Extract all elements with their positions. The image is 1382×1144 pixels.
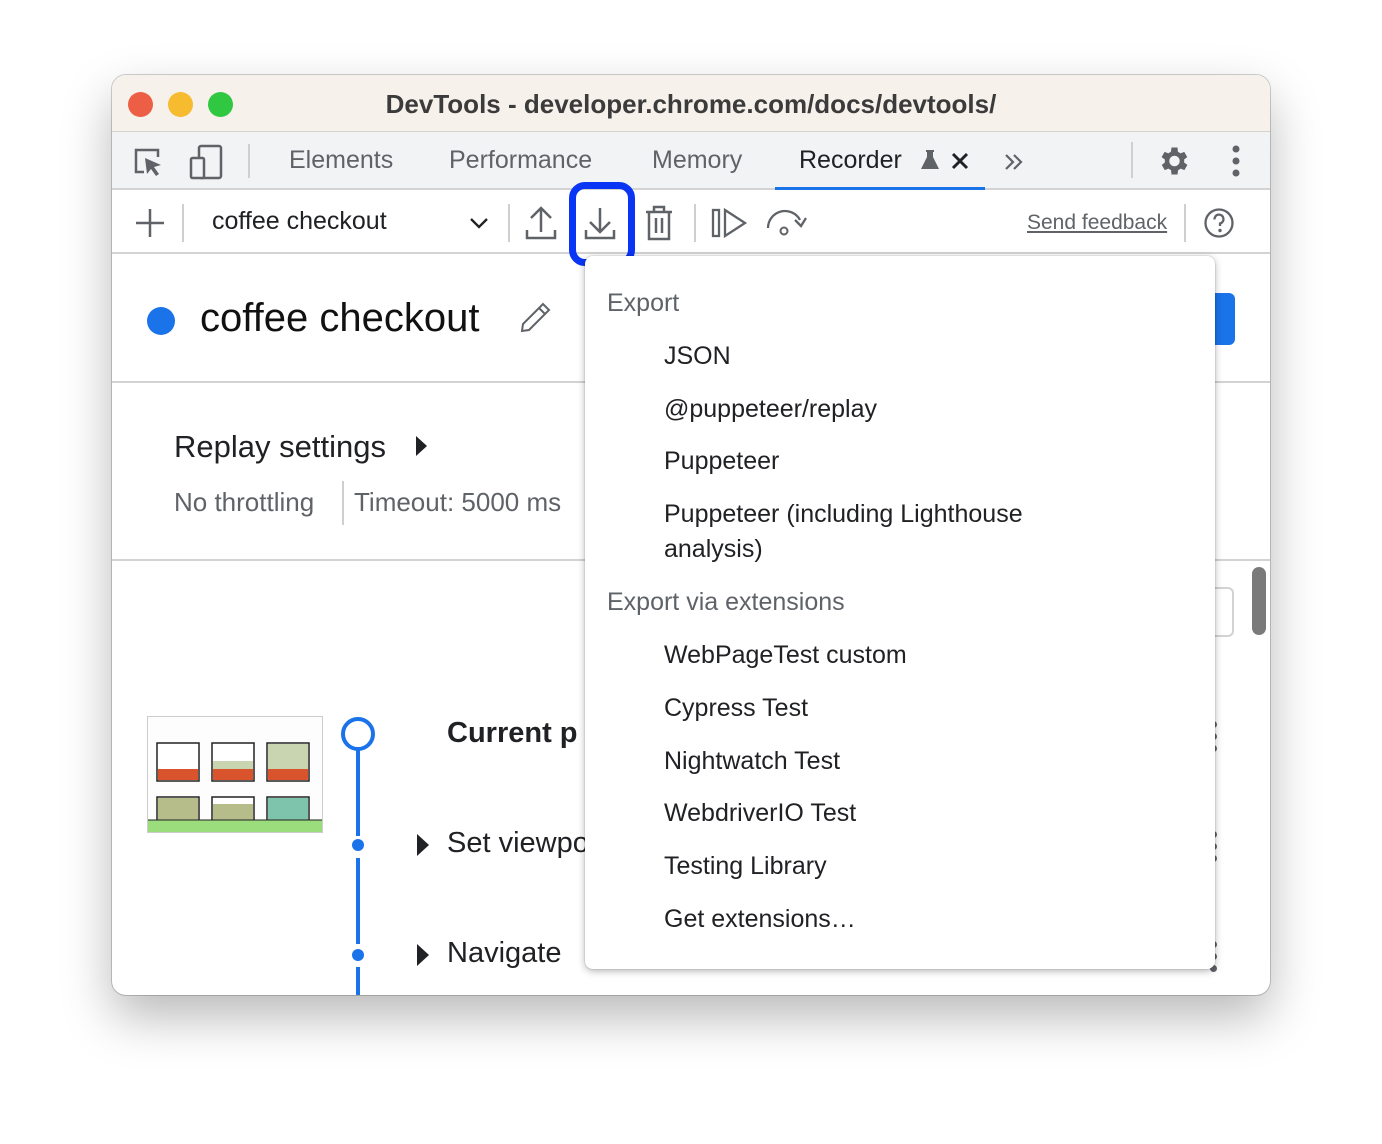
menu-item-puppeteer-lighthouse[interactable]: Puppeteer (including Lighthouse analysis…	[664, 497, 1084, 567]
menu-item-webpagetest[interactable]: WebPageTest custom	[664, 638, 907, 673]
timeline-start-node	[341, 717, 375, 751]
recorder-toolbar: coffee checkout Send feedback	[112, 182, 1270, 266]
step-current-page[interactable]: Current p	[447, 717, 578, 750]
replay-settings-toggle[interactable]: Replay settings	[174, 429, 386, 465]
vertical-scrollbar[interactable]	[1252, 567, 1266, 635]
recording-title: coffee checkout	[200, 296, 480, 340]
divider	[248, 144, 250, 178]
menu-section-extensions: Export via extensions	[607, 588, 845, 616]
step-set-viewport[interactable]: Set viewpo	[447, 827, 589, 860]
timeout-setting: Timeout: 5000 ms	[354, 487, 562, 517]
menu-item-json[interactable]: JSON	[664, 339, 731, 374]
tab-performance[interactable]: Performance	[449, 146, 592, 175]
kebab-menu-icon[interactable]	[1226, 144, 1246, 178]
export-button-highlight[interactable]	[569, 182, 635, 266]
menu-item-nightwatch[interactable]: Nightwatch Test	[664, 744, 840, 779]
tab-recorder[interactable]: Recorder	[799, 146, 902, 175]
panel-tab-bar: Elements Performance Memory Recorder	[112, 132, 1270, 190]
menu-item-webdriverio[interactable]: WebdriverIO Test	[664, 796, 856, 831]
menu-item-testing-library[interactable]: Testing Library	[664, 849, 827, 884]
edit-pencil-icon[interactable]	[517, 300, 553, 336]
import-upload-icon[interactable]	[524, 204, 558, 242]
timeline-step-dot	[352, 839, 364, 851]
tab-memory[interactable]: Memory	[652, 146, 742, 175]
menu-item-puppeteer-replay[interactable]: @puppeteer/replay	[664, 392, 877, 427]
throttling-setting: No throttling	[174, 487, 315, 517]
divider	[508, 204, 510, 242]
timeline-step-dot	[352, 949, 364, 961]
export-menu: Export JSON @puppeteer/replay Puppeteer …	[585, 256, 1215, 969]
title-bar: DevTools - developer.chrome.com/docs/dev…	[112, 75, 1270, 132]
divider	[182, 204, 184, 242]
caret-right-icon[interactable]	[417, 834, 429, 856]
divider	[342, 481, 344, 525]
step-play-icon[interactable]	[710, 206, 748, 240]
chevron-down-icon[interactable]	[468, 213, 490, 233]
more-tabs-icon[interactable]	[1002, 150, 1026, 174]
recording-status-dot	[147, 307, 175, 335]
trash-icon[interactable]	[644, 204, 674, 242]
caret-right-icon[interactable]	[417, 944, 429, 966]
help-icon[interactable]	[1203, 207, 1235, 239]
timeline-line	[356, 967, 360, 995]
timeline-line	[356, 858, 360, 944]
divider	[694, 204, 696, 242]
window-title: DevTools - developer.chrome.com/docs/dev…	[385, 89, 997, 119]
divider	[1184, 204, 1186, 242]
timeline-line	[356, 750, 360, 836]
page-screenshot-thumbnail	[147, 716, 323, 833]
close-tab-icon[interactable]	[950, 151, 970, 171]
send-feedback-link[interactable]: Send feedback	[1027, 211, 1167, 235]
menu-section-export: Export	[607, 289, 680, 317]
menu-item-cypress[interactable]: Cypress Test	[664, 691, 808, 726]
device-toolbar-icon[interactable]	[188, 144, 224, 180]
coffee-cups-illustration	[148, 717, 322, 832]
gear-icon[interactable]	[1155, 143, 1191, 179]
inspect-element-icon[interactable]	[130, 144, 166, 180]
flask-icon	[921, 150, 939, 169]
step-navigate[interactable]: Navigate	[447, 937, 561, 970]
recording-select[interactable]: coffee checkout	[212, 207, 387, 236]
menu-item-get-extensions[interactable]: Get extensions…	[664, 902, 856, 937]
divider	[1131, 142, 1133, 178]
caret-right-icon[interactable]	[416, 436, 427, 456]
active-tab-indicator	[775, 187, 985, 190]
tab-elements[interactable]: Elements	[289, 146, 393, 175]
plus-icon[interactable]	[134, 207, 166, 239]
menu-item-puppeteer[interactable]: Puppeteer	[664, 444, 779, 479]
replay-icon[interactable]	[764, 206, 810, 240]
